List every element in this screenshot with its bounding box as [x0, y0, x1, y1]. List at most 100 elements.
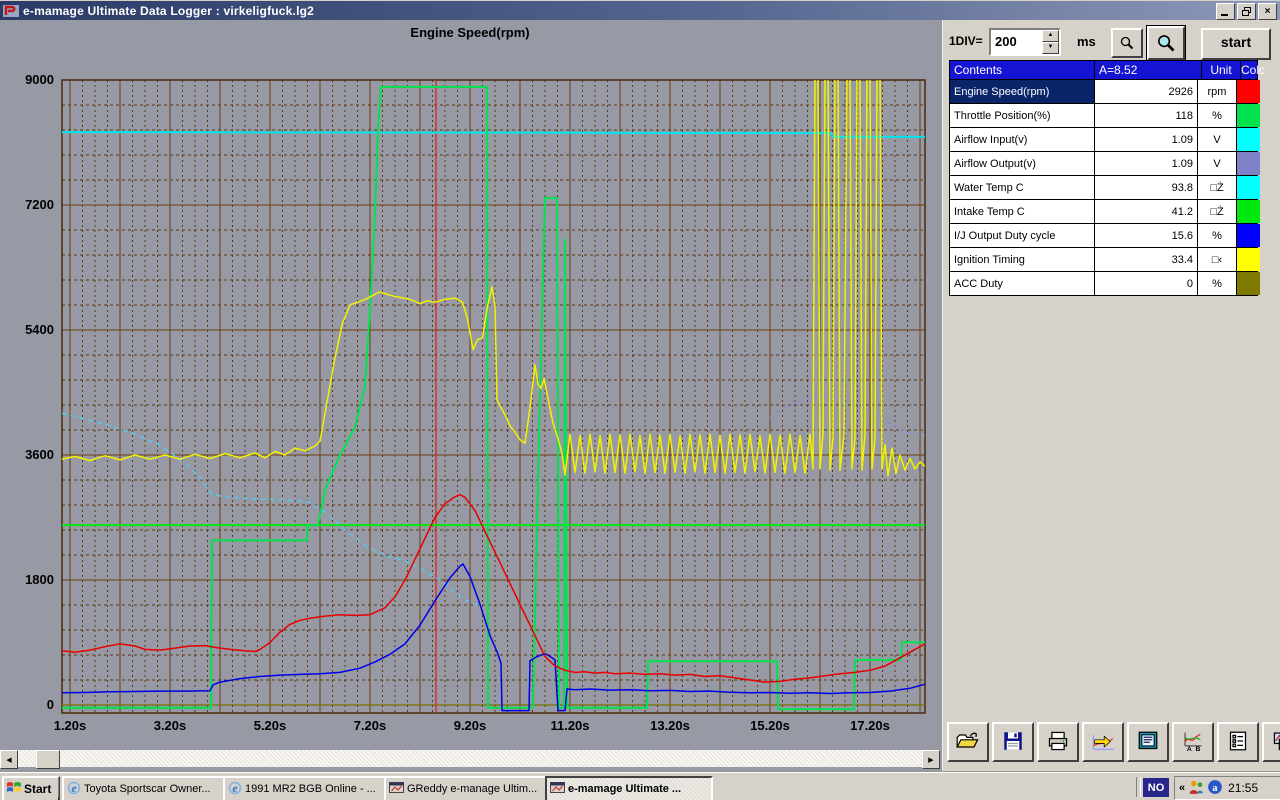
channel-unit: %: [1198, 224, 1237, 247]
svg-text:17.20s: 17.20s: [850, 718, 890, 733]
print-icon: [1047, 731, 1069, 754]
svg-text:7.20s: 7.20s: [354, 718, 387, 733]
svg-text:1.20s: 1.20s: [54, 718, 87, 733]
channel-color-cell[interactable]: [1237, 248, 1260, 271]
open-file-button[interactable]: [947, 722, 989, 762]
series-Engine Speed(rpm): [62, 493, 925, 683]
window-titlebar: e-mamage Ultimate Data Logger : virkelig…: [0, 0, 1280, 21]
logger-chart: 0 1800 3600 5400 7200 9000 1.20s 3.20s 5.20s 7.20…: [25, 72, 926, 733]
start-logging-button[interactable]: start: [1201, 28, 1271, 60]
tray-chevron[interactable]: «: [1179, 782, 1185, 794]
channel-name[interactable]: Water Temp C: [950, 176, 1095, 199]
system-tray: « a 21:55: [1174, 776, 1280, 800]
series-I/J Output Duty cycle: [62, 563, 925, 712]
spin-down-button[interactable]: ▼: [1042, 42, 1059, 54]
table-row[interactable]: Engine Speed(rpm) 2926 rpm: [950, 80, 1260, 104]
open-file-icon: [956, 731, 980, 754]
table-row[interactable]: Water Temp C 93.8 □Ż: [950, 176, 1260, 200]
channel-name[interactable]: Airflow Input(v): [950, 128, 1095, 151]
svg-text:0: 0: [47, 697, 54, 712]
table-row[interactable]: I/J Output Duty cycle 15.6%: [950, 224, 1260, 248]
channel-unit: %: [1198, 272, 1237, 295]
table-header-row: ContentsA=8.52UnitColor: [950, 61, 1264, 80]
svg-text:5.20s: 5.20s: [254, 718, 287, 733]
task-label: e-mamage Ultimate ...: [568, 783, 682, 795]
zoom-in-icon[interactable]: [1146, 25, 1186, 61]
compare-graphs-button[interactable]: AB: [1172, 722, 1214, 762]
spin-up-button[interactable]: ▲: [1042, 30, 1059, 42]
div-input-wrap: ▲ ▼: [989, 28, 1061, 56]
channel-color-cell[interactable]: [1237, 104, 1260, 127]
svg-text:13.20s: 13.20s: [650, 718, 690, 733]
table-row[interactable]: Ignition Timing 33.4 □‹: [950, 248, 1260, 272]
language-indicator[interactable]: NO: [1143, 778, 1169, 797]
start-menu-button[interactable]: Start: [2, 776, 60, 800]
table-row[interactable]: Airflow Input(v) 1.09 V: [950, 128, 1260, 152]
list-view-icon: [1228, 731, 1248, 754]
export-graph-button[interactable]: [1082, 722, 1124, 762]
emanage-app-icon: [550, 781, 565, 797]
channel-color-cell[interactable]: [1237, 224, 1260, 247]
channel-name[interactable]: Engine Speed(rpm): [950, 80, 1095, 103]
zoom-out-icon[interactable]: [1111, 28, 1143, 58]
chart-horizontal-scrollbar[interactable]: ◀ ▶: [0, 750, 940, 769]
channel-name[interactable]: I/J Output Duty cycle: [950, 224, 1095, 247]
column-header: A=8.52: [1095, 61, 1202, 79]
channel-name[interactable]: Ignition Timing: [950, 248, 1095, 271]
series-Airflow Input(v): [62, 412, 481, 608]
scrollbar-thumb[interactable]: [36, 750, 60, 769]
display-settings-button[interactable]: [1127, 722, 1169, 762]
save-file-button[interactable]: [992, 722, 1034, 762]
div-interval-input[interactable]: [993, 31, 1041, 51]
table-row[interactable]: ACC Duty 0%: [950, 272, 1260, 295]
control-panel: 1DIV= ▲ ▼ ms start ContentsA=8.52UnitCol…: [942, 20, 1280, 772]
scroll-left-button[interactable]: ◀: [0, 750, 18, 769]
task-label: GReddy e-manage Ultim...: [407, 783, 538, 795]
emanage-app-icon: [389, 781, 404, 797]
internet-explorer-icon: e: [67, 781, 81, 798]
svg-text:5400: 5400: [25, 322, 54, 337]
print-button[interactable]: [1037, 722, 1079, 762]
table-row[interactable]: Throttle Position(%) 118%: [950, 104, 1260, 128]
color-swatch: [1237, 248, 1260, 271]
svg-text:1800: 1800: [25, 572, 54, 587]
channel-color-cell[interactable]: [1237, 200, 1260, 223]
channel-name[interactable]: ACC Duty: [950, 272, 1095, 295]
channel-value: 15.6: [1095, 224, 1198, 247]
table-row[interactable]: Intake Temp C 41.2 □Ż: [950, 200, 1260, 224]
taskbar-task-4[interactable]: e-mamage Ultimate ...: [545, 776, 713, 800]
windows-flag-icon: [6, 780, 22, 798]
taskbar-task-1[interactable]: e Toyota Sportscar Owner...: [62, 776, 230, 800]
display-settings-icon: [1138, 731, 1158, 754]
minimize-button[interactable]: [1216, 3, 1235, 20]
svg-text:9.20s: 9.20s: [454, 718, 487, 733]
restore-button[interactable]: [1237, 3, 1256, 20]
close-button[interactable]: ×: [1258, 3, 1277, 20]
taskbar-task-2[interactable]: e 1991 MR2 BGB Online - ...: [223, 776, 391, 800]
list-view-button[interactable]: [1217, 722, 1259, 762]
channel-name[interactable]: Throttle Position(%): [950, 104, 1095, 127]
channel-color-cell[interactable]: [1237, 176, 1260, 199]
channel-name[interactable]: Airflow Output(v): [950, 152, 1095, 175]
graph-tiles-icon: [1272, 731, 1280, 754]
channel-color-cell[interactable]: [1237, 152, 1260, 175]
messenger-tray-icon[interactable]: [1188, 779, 1204, 798]
color-swatch: [1237, 104, 1260, 127]
channel-value: 93.8: [1095, 176, 1198, 199]
channel-name[interactable]: Intake Temp C: [950, 200, 1095, 223]
svg-text:15.20s: 15.20s: [750, 718, 790, 733]
div-label: 1DIV=: [949, 34, 983, 48]
channel-color-cell[interactable]: [1237, 272, 1260, 295]
chart-panel: Engine Speed(rpm) 0 1800 3600 5400 7200 9000 1…: [0, 20, 944, 772]
channel-color-cell[interactable]: [1237, 128, 1260, 151]
scroll-right-button[interactable]: ▶: [922, 750, 940, 769]
graph-tiles-button[interactable]: [1262, 722, 1280, 762]
task-label: 1991 MR2 BGB Online - ...: [245, 783, 376, 795]
svg-text:3600: 3600: [25, 447, 54, 462]
taskbar-task-3[interactable]: GReddy e-manage Ultim...: [384, 776, 552, 800]
channel-value: 1.09: [1095, 128, 1198, 151]
channel-color-cell[interactable]: [1237, 80, 1260, 103]
channel-value: 33.4: [1095, 248, 1198, 271]
table-row[interactable]: Airflow Output(v) 1.09 V: [950, 152, 1260, 176]
globe-tray-icon[interactable]: a: [1207, 779, 1223, 798]
